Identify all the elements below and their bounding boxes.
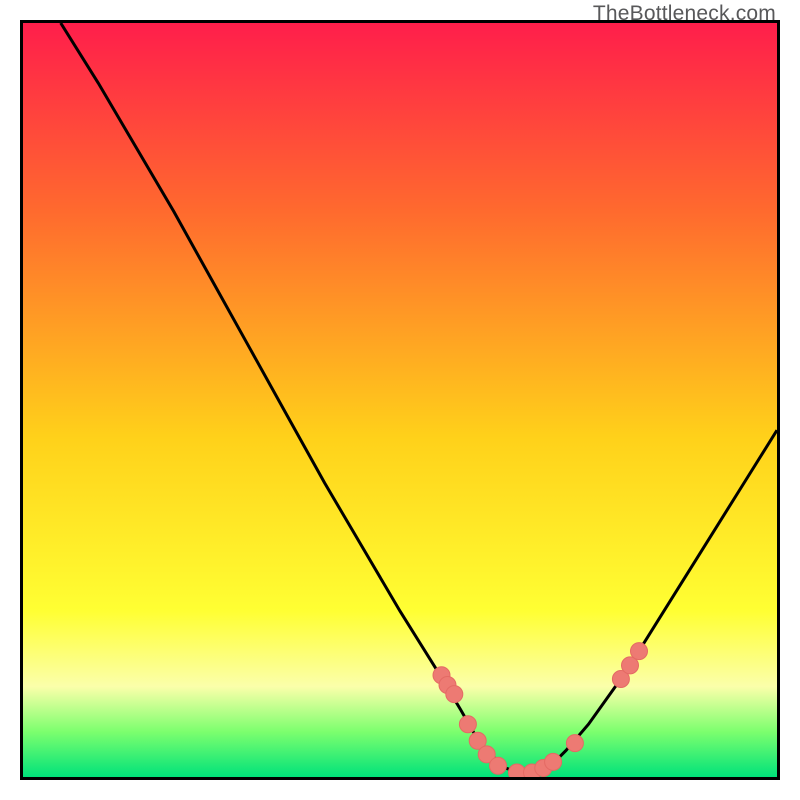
curve-layer xyxy=(23,23,777,777)
plot-frame xyxy=(20,20,780,780)
scatter-point xyxy=(490,757,507,774)
scatter-points-group xyxy=(433,643,648,777)
watermark-text: TheBottleneck.com xyxy=(593,2,776,26)
scatter-point xyxy=(566,735,583,752)
scatter-point xyxy=(545,753,562,770)
bottleneck-curve xyxy=(61,23,777,773)
scatter-point xyxy=(508,764,525,777)
scatter-point xyxy=(446,686,463,703)
scatter-point xyxy=(459,716,476,733)
scatter-point xyxy=(631,643,648,660)
